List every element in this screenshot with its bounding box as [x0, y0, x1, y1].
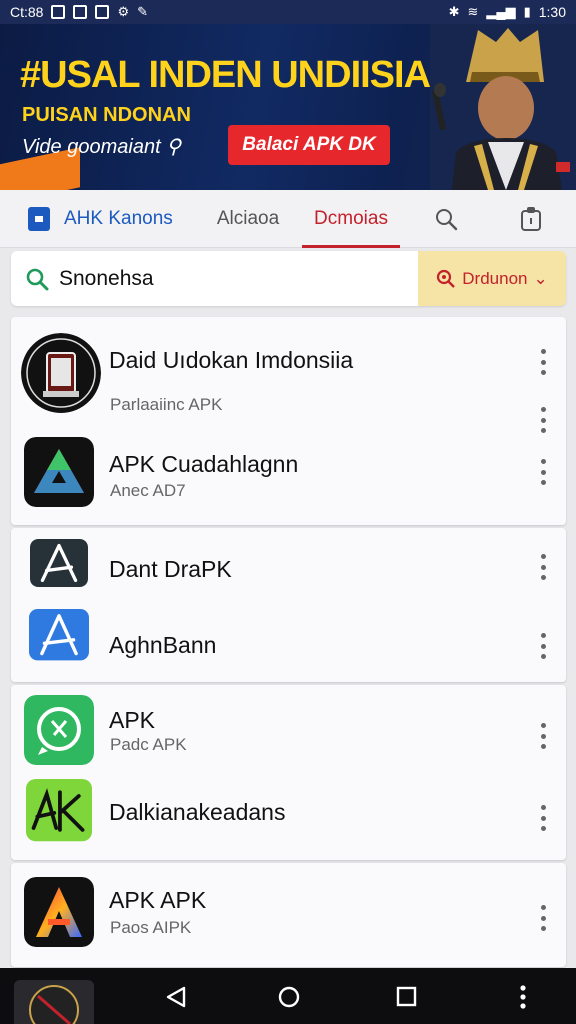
more-options-button[interactable] — [533, 905, 553, 931]
home-button[interactable] — [274, 982, 304, 1012]
app-name: APK — [109, 707, 156, 733]
list-item[interactable]: APK APK Paos AIPK — [11, 873, 566, 953]
app-store-icon — [28, 206, 50, 231]
notification-icon — [95, 5, 110, 19]
wifi-icon: ≋ — [467, 4, 479, 19]
status-time-left: Ct:88 — [10, 4, 44, 20]
app-name: Daid Uıdokan Imdonsiia — [109, 347, 354, 373]
app-subtitle: Paos AIPK — [110, 918, 192, 937]
search-input[interactable]: Snonehsa — [11, 251, 418, 306]
recent-app-thumbnail[interactable] — [14, 980, 94, 1024]
app-name: APK APK — [109, 887, 207, 913]
app-card: Dant DraPK AghnBann — [11, 528, 566, 682]
more-options-button[interactable] — [508, 982, 538, 1012]
back-triangle-icon — [166, 986, 186, 1008]
search-icon — [437, 269, 456, 288]
clipboard-icon — [521, 206, 541, 231]
app-store-a-icon — [29, 609, 89, 661]
ak-letters-icon — [26, 779, 92, 842]
list-item[interactable]: AghnBann — [11, 605, 566, 685]
search-bar: Snonehsa Drdunon ⌄ — [11, 251, 566, 306]
app-card: APK APK Paos AIPK — [11, 863, 566, 967]
signal-icon: ▂▄▆ — [486, 4, 516, 19]
app-card: Daid Uıdokan Imdonsiia Parlaaiinc APK AP… — [11, 317, 566, 525]
back-button[interactable] — [160, 982, 190, 1012]
banner-cta-button[interactable]: Balaci APK DK — [228, 125, 390, 165]
tab-label: Dcmoias — [314, 207, 388, 229]
more-options-button[interactable] — [533, 459, 553, 485]
list-item[interactable]: APK Padc APK — [11, 693, 566, 773]
notification-icon: ⚙ — [117, 4, 130, 19]
search-value: Snonehsa — [59, 266, 154, 290]
list-item[interactable]: Dant DraPK — [11, 530, 566, 610]
banner-subtitle: PUISAN NDONAN — [22, 104, 191, 126]
chevron-down-icon: ⌄ — [533, 268, 548, 288]
list-item[interactable]: Daid Uıdokan Imdonsiia Parlaaiinc APK — [11, 325, 566, 433]
kebab-menu-icon — [520, 985, 526, 1009]
pin-icon: ⚲ — [166, 136, 181, 158]
notification-icon: ✎ — [137, 4, 149, 19]
tab-bar: AHK Kanons Alciaoa Dcmoias — [0, 190, 576, 248]
app-subtitle: Parlaaiinc APK — [110, 395, 223, 414]
notification-icon — [51, 5, 66, 19]
app-card: APK Padc APK Dalkianakeadans — [11, 685, 566, 860]
downloads-button[interactable] — [486, 190, 576, 248]
gradient-a-icon — [24, 877, 94, 947]
battery-icon: ▮ — [523, 4, 531, 19]
search-tab-button[interactable] — [406, 190, 486, 248]
tab-label: AHK Kanons — [64, 207, 173, 229]
tab-home[interactable]: AHK Kanons — [0, 190, 200, 248]
sort-label: Drdunon — [462, 268, 528, 288]
bluetooth-icon: ✱ — [448, 4, 460, 19]
more-options-button[interactable] — [533, 805, 553, 831]
app-subtitle: Anec AD7 — [110, 481, 186, 500]
promo-banner[interactable]: #USAL INDEN UNDIISIAN PUISAN NDONAN Vide… — [0, 24, 576, 190]
home-circle-icon — [278, 986, 300, 1008]
status-time-right: 1:30 — [538, 4, 566, 20]
navigation-bar — [0, 968, 576, 1024]
recents-button[interactable] — [392, 982, 422, 1012]
more-options-button[interactable] — [533, 349, 553, 375]
app-name: Dalkianakeadans — [109, 799, 286, 825]
tab-label: Alciaoa — [216, 207, 280, 229]
notification-icon — [73, 5, 88, 19]
more-options-button[interactable] — [533, 723, 553, 749]
search-icon — [26, 268, 49, 290]
more-options-button[interactable] — [533, 554, 553, 580]
person-image — [430, 24, 576, 190]
tab-active[interactable]: Dcmoias — [296, 190, 406, 248]
banner-note: Vide goomaiant ⚲ — [22, 136, 181, 158]
list-item[interactable]: Dalkianakeadans — [11, 777, 566, 857]
app-store-a-icon — [30, 539, 88, 588]
list-item[interactable]: APK Cuadahlagnn Anec AD7 — [11, 435, 566, 515]
phone-seal-icon — [21, 333, 101, 413]
sort-dropdown[interactable]: Drdunon ⌄ — [418, 251, 566, 306]
triangle-logo-icon — [24, 437, 94, 507]
status-bar: Ct:88 ⚙ ✎ ✱ ≋ ▂▄▆ ▮ 1:30 — [0, 0, 576, 24]
app-name: Dant DraPK — [109, 556, 232, 582]
recents-square-icon — [396, 986, 417, 1007]
more-options-button[interactable] — [533, 633, 553, 659]
app-subtitle: Padc APK — [110, 735, 187, 754]
seal-icon — [29, 985, 79, 1024]
search-icon — [436, 208, 458, 230]
chat-bubble-icon — [24, 695, 94, 765]
banner-title: #USAL INDEN UNDIISIAN — [20, 54, 457, 96]
app-name: APK Cuadahlagnn — [109, 451, 299, 477]
app-name: AghnBann — [109, 632, 217, 658]
tab-second[interactable]: Alciaoa — [200, 190, 296, 248]
more-options-button[interactable] — [533, 407, 553, 433]
